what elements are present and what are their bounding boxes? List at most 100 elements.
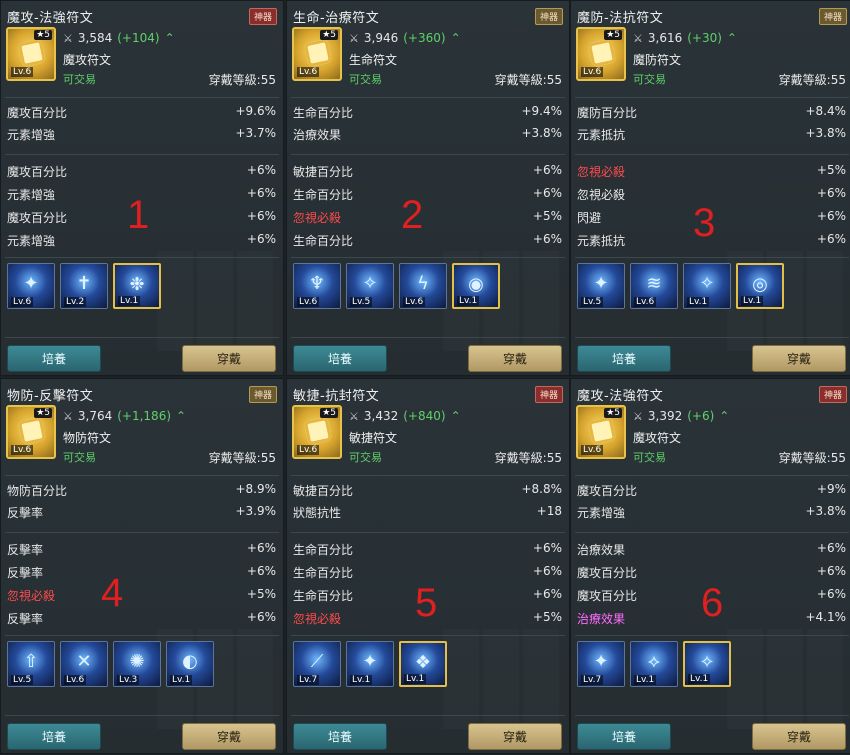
skill-glyph-icon: ⇧ xyxy=(23,651,39,672)
rune-panel-4: 物防-反擊符文 神器 ★5 Lv.6 ⚔ 3,764 (+1,186) ⌃ 物防符文 可交易 穿戴等… xyxy=(0,378,284,754)
stat-value: +6% xyxy=(532,163,562,177)
skill-icon[interactable]: ✦ Lv.5 xyxy=(577,263,625,309)
stat-name: 魔攻百分比 xyxy=(577,566,638,580)
cultivate-button[interactable]: 培養 xyxy=(577,345,671,372)
skill-icon[interactable]: ◎ Lv.1 xyxy=(736,263,784,309)
tradable-status: 可交易 xyxy=(633,451,666,464)
divider xyxy=(5,154,279,155)
skill-level: Lv.7 xyxy=(297,675,320,685)
stat-value: +9% xyxy=(816,482,846,496)
stat-value: +6% xyxy=(246,541,276,555)
skill-icon[interactable]: ⟡ Lv.1 xyxy=(630,641,678,687)
rune-gem-icon xyxy=(17,416,47,446)
background-grid-decoration xyxy=(443,629,563,729)
skill-glyph-icon: ◐ xyxy=(182,651,198,672)
skill-icon[interactable]: ❖ Lv.1 xyxy=(399,641,447,687)
combat-power-row: ⚔ 3,946 (+360) ⌃ xyxy=(349,31,461,45)
rune-icon[interactable]: ★5 Lv.6 xyxy=(292,27,342,81)
main-stat-row: 反擊率 +3.9% xyxy=(7,504,276,524)
skill-icon[interactable]: ✦ Lv.6 xyxy=(7,263,55,309)
crossed-swords-icon: ⚔ xyxy=(633,409,643,423)
skill-icon[interactable]: ♆ Lv.6 xyxy=(293,263,341,309)
wear-button[interactable]: 穿戴 xyxy=(182,723,276,750)
skill-icon[interactable]: ≋ Lv.6 xyxy=(630,263,678,309)
annotation-number: 4 xyxy=(101,571,124,615)
stat-name: 閃避 xyxy=(577,211,602,225)
stat-value: +9.4% xyxy=(521,104,562,118)
wear-level-requirement: 穿戴等級:55 xyxy=(208,451,276,465)
combat-power-value: 3,392 xyxy=(647,409,683,423)
skill-level: Lv.6 xyxy=(634,297,657,307)
star-rank-badge: ★5 xyxy=(604,408,622,418)
stat-value: +6% xyxy=(246,564,276,578)
skill-list: ⟋ Lv.7 ✦ Lv.1 ❖ Lv.1 xyxy=(293,641,447,687)
rune-type: 魔防符文 xyxy=(633,53,682,67)
skill-icon[interactable]: ✺ Lv.3 xyxy=(113,641,161,687)
wear-button[interactable]: 穿戴 xyxy=(752,345,846,372)
cultivate-button[interactable]: 培養 xyxy=(293,345,387,372)
skill-glyph-icon: ≋ xyxy=(646,273,662,294)
cultivate-button[interactable]: 培養 xyxy=(293,723,387,750)
stat-name: 魔攻百分比 xyxy=(7,106,68,120)
main-stat-row: 元素增強 +3.8% xyxy=(577,504,846,524)
skill-icon[interactable]: ✝ Lv.2 xyxy=(60,263,108,309)
cultivate-button[interactable]: 培養 xyxy=(7,345,101,372)
skill-icon[interactable]: ✦ Lv.1 xyxy=(346,641,394,687)
rune-title: 魔攻-法強符文 xyxy=(7,10,94,26)
skill-glyph-icon: ◉ xyxy=(468,274,484,295)
skill-level: Lv.7 xyxy=(581,675,604,685)
annotation-number: 5 xyxy=(415,581,438,625)
stat-name: 反擊率 xyxy=(7,506,44,520)
wear-button[interactable]: 穿戴 xyxy=(182,345,276,372)
wear-button[interactable]: 穿戴 xyxy=(468,723,562,750)
wear-button[interactable]: 穿戴 xyxy=(468,345,562,372)
rune-title: 魔攻-法強符文 xyxy=(577,388,664,404)
cultivate-button[interactable]: 培養 xyxy=(7,723,101,750)
combat-power-delta: (+360) xyxy=(403,31,446,45)
stat-value: +8.8% xyxy=(521,482,562,496)
sub-stat-row: 忽視必殺 +5% xyxy=(577,163,846,183)
rune-gem-icon xyxy=(587,416,617,446)
rune-icon[interactable]: ★5 Lv.6 xyxy=(292,405,342,459)
skill-level: Lv.2 xyxy=(64,297,87,307)
rune-icon[interactable]: ★5 Lv.6 xyxy=(6,27,56,81)
skill-icon[interactable]: ✧ Lv.1 xyxy=(683,641,731,687)
skill-icon[interactable]: ✧ Lv.1 xyxy=(683,263,731,309)
skill-icon[interactable]: ◐ Lv.1 xyxy=(166,641,214,687)
stat-value: +6% xyxy=(246,163,276,177)
wear-level-requirement: 穿戴等級:55 xyxy=(494,73,562,87)
main-stat-row: 魔攻百分比 +9.6% xyxy=(7,104,276,124)
skill-icon[interactable]: ⇧ Lv.5 xyxy=(7,641,55,687)
cultivate-button[interactable]: 培養 xyxy=(577,723,671,750)
stat-name: 魔攻百分比 xyxy=(577,589,638,603)
stat-name: 魔攻百分比 xyxy=(7,165,68,179)
rune-title: 物防-反擊符文 xyxy=(7,388,94,404)
skill-list: ✦ Lv.5 ≋ Lv.6 ✧ Lv.1 ◎ Lv.1 xyxy=(577,263,784,309)
rune-type: 物防符文 xyxy=(63,431,112,445)
skill-icon[interactable]: ✦ Lv.7 xyxy=(577,641,625,687)
stat-value: +6% xyxy=(532,186,562,200)
tradable-status: 可交易 xyxy=(349,73,382,86)
rune-icon[interactable]: ★5 Lv.6 xyxy=(6,405,56,459)
skill-icon[interactable]: ϟ Lv.6 xyxy=(399,263,447,309)
skill-icon[interactable]: ✧ Lv.5 xyxy=(346,263,394,309)
wear-button[interactable]: 穿戴 xyxy=(752,723,846,750)
divider xyxy=(575,475,849,476)
rune-icon[interactable]: ★5 Lv.6 xyxy=(576,405,626,459)
stat-value: +3.8% xyxy=(805,504,846,518)
rune-icon[interactable]: ★5 Lv.6 xyxy=(576,27,626,81)
skill-icon[interactable]: ❉ Lv.1 xyxy=(113,263,161,309)
skill-icon[interactable]: ✕ Lv.6 xyxy=(60,641,108,687)
skill-icon[interactable]: ⟋ Lv.7 xyxy=(293,641,341,687)
skill-level: Lv.1 xyxy=(687,297,710,307)
sub-stat-row: 敏捷百分比 +6% xyxy=(293,163,562,183)
skill-icon[interactable]: ◉ Lv.1 xyxy=(452,263,500,309)
tradable-status: 可交易 xyxy=(633,73,666,86)
stat-name: 生命百分比 xyxy=(293,566,354,580)
skill-glyph-icon: ✧ xyxy=(699,273,715,294)
combat-power-value: 3,946 xyxy=(363,31,399,45)
stat-value: +6% xyxy=(816,541,846,555)
combat-power-delta: (+1,186) xyxy=(117,409,172,423)
skill-level: Lv.5 xyxy=(581,297,604,307)
skill-glyph-icon: ❖ xyxy=(414,652,432,673)
